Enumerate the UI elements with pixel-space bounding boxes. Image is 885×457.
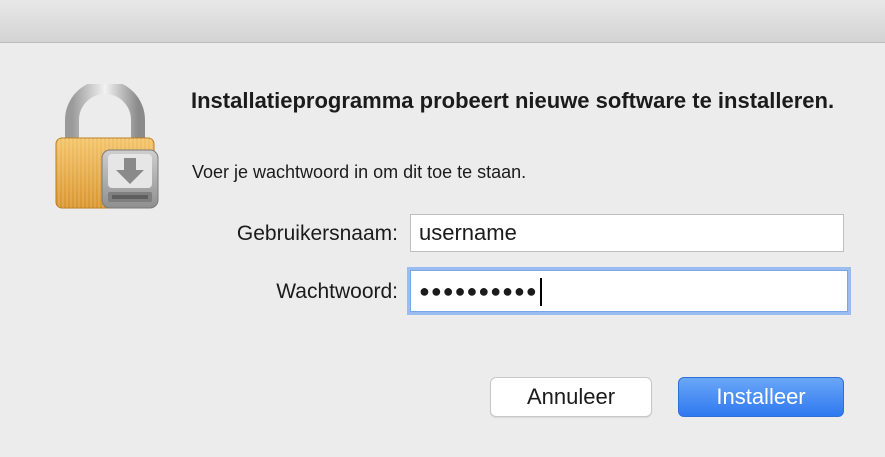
text-caret <box>539 278 542 307</box>
password-field[interactable]: ●●●●●●●●●● <box>410 270 848 312</box>
install-button[interactable]: Installeer <box>678 377 844 417</box>
username-label: Gebruikersnaam: <box>236 222 398 245</box>
window-titlebar[interactable] <box>0 0 885 43</box>
password-label: Wachtwoord: <box>276 280 398 303</box>
dialog-subtitle: Voer je wachtwoord in om dit toe te staa… <box>192 162 527 182</box>
username-field[interactable]: username <box>410 214 844 252</box>
auth-dialog: Installatieprogramma probeert nieuwe sof… <box>0 0 885 457</box>
dialog-title: Installatieprogramma probeert nieuwe sof… <box>191 88 835 113</box>
password-dots: ●●●●●●●●●● <box>419 281 538 301</box>
cancel-button[interactable]: Annuleer <box>490 377 652 417</box>
lock-install-icon <box>50 80 160 212</box>
